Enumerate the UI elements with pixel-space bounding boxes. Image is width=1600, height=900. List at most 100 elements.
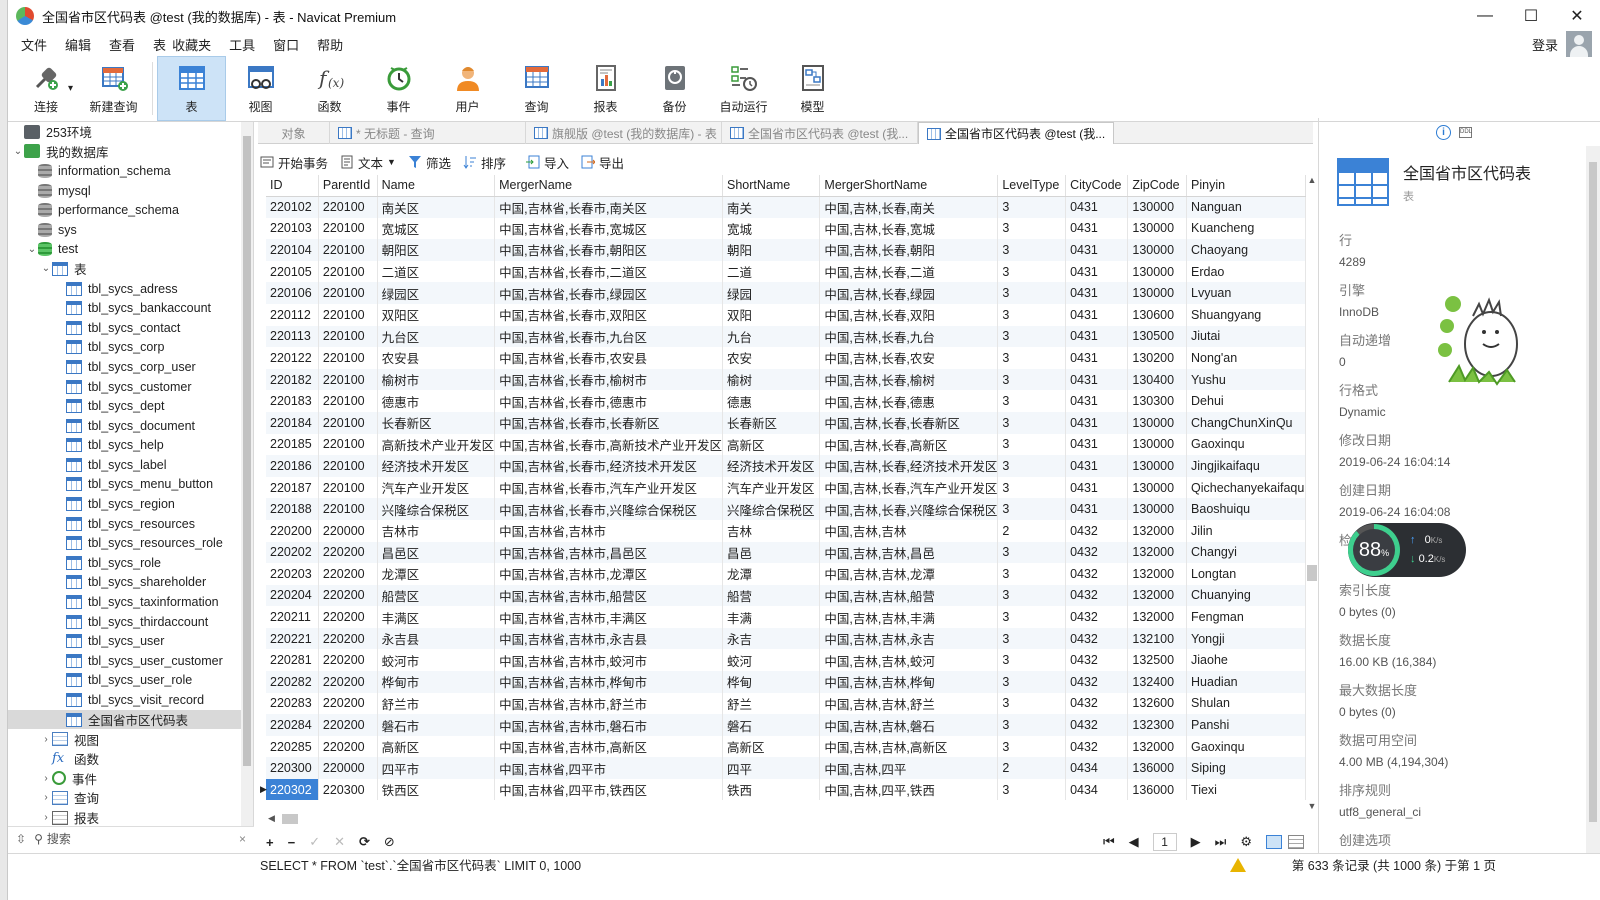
cell-mergershortname[interactable]: 中国,吉林,吉林,磐石: [819, 714, 999, 736]
cell-zipcode[interactable]: 130000: [1127, 196, 1188, 218]
cell-pinyin[interactable]: Huadian: [1186, 671, 1306, 693]
cell-mergername[interactable]: 中国,吉林省,长春市,朝阳区: [494, 239, 723, 261]
cell-mergername[interactable]: 中国,吉林省,长春市,高新技术产业开发区: [494, 433, 723, 456]
cell-name[interactable]: 德惠市: [377, 390, 496, 412]
cell-leveltype[interactable]: 3: [997, 692, 1067, 715]
cell-mergershortname[interactable]: 中国,吉林,长春,九台: [819, 325, 999, 348]
cell-name[interactable]: 高新技术产业开发区: [377, 433, 496, 456]
discard-changes-button[interactable]: ✕: [334, 834, 345, 850]
toolbar-view-button[interactable]: 视图: [226, 56, 295, 121]
cell-id[interactable]: 220285: [266, 735, 319, 758]
cell-pinyin[interactable]: Siping: [1186, 757, 1306, 780]
cell-shortname[interactable]: 舒兰: [722, 692, 821, 715]
chevron-right-icon[interactable]: ›: [40, 792, 52, 803]
cell-zipcode[interactable]: 130000: [1127, 239, 1188, 261]
cell-parentid[interactable]: 220000: [318, 757, 378, 780]
cell-name[interactable]: 船营区: [377, 584, 496, 607]
tab-3[interactable]: 全国省市区代码表 @test (我...: [722, 122, 918, 144]
tab-0[interactable]: 对象: [258, 122, 330, 144]
cell-mergername[interactable]: 中国,吉林省,长春市,绿园区: [494, 282, 723, 304]
export-button[interactable]: 导出: [581, 153, 624, 172]
menu-file[interactable]: 文件: [12, 35, 56, 54]
cell-mergershortname[interactable]: 中国,吉林,长春,宽城: [819, 217, 999, 240]
cell-zipcode[interactable]: 130000: [1127, 498, 1188, 520]
toolbar-new-query-button[interactable]: 新建查询: [79, 56, 148, 121]
tree-item[interactable]: mysql: [8, 181, 253, 201]
column-header-mergershortname[interactable]: MergerShortName: [819, 175, 999, 197]
previous-page-button[interactable]: ◀: [1129, 834, 1139, 850]
grid-horizontal-scroll-thumb[interactable]: [282, 814, 298, 824]
cell-mergername[interactable]: 中国,吉林省,吉林市,龙潭区: [494, 563, 723, 585]
cell-parentid[interactable]: 220100: [318, 411, 378, 434]
cell-shortname[interactable]: 永吉: [722, 627, 821, 650]
info-icon[interactable]: i: [1436, 124, 1451, 140]
cell-citycode[interactable]: 0431: [1065, 282, 1129, 304]
cell-name[interactable]: 二道区: [377, 260, 496, 283]
table-row[interactable]: 220187 220100 汽车产业开发区 中国,吉林省,长春市,汽车产业开发区 汽车产…: [266, 476, 1306, 499]
cell-pinyin[interactable]: Lvyuan: [1186, 282, 1306, 304]
tree-item[interactable]: tbl_sycs_corp: [8, 338, 253, 358]
cell-mergername[interactable]: 中国,吉林省,长春市,汽车产业开发区: [494, 476, 723, 499]
cell-mergername[interactable]: 中国,吉林省,四平市: [494, 757, 723, 780]
cell-citycode[interactable]: 0432: [1065, 606, 1129, 628]
cell-name[interactable]: 榆树市: [377, 368, 496, 391]
menu-help[interactable]: 帮助: [308, 35, 352, 54]
cell-pinyin[interactable]: Chaoyang: [1186, 239, 1306, 261]
table-row[interactable]: 220283 220200 舒兰市 中国,吉林省,吉林市,舒兰市 舒兰 中国,吉林,吉林,…: [266, 692, 1306, 715]
chevron-right-icon[interactable]: ›: [40, 773, 52, 784]
cell-leveltype[interactable]: 3: [997, 476, 1067, 499]
tree-item[interactable]: performance_schema: [8, 200, 253, 220]
cell-parentid[interactable]: 220100: [318, 476, 378, 499]
filter-button[interactable]: 筛选: [408, 153, 451, 172]
cell-shortname[interactable]: 船营: [722, 584, 821, 607]
cell-pinyin[interactable]: Jilin: [1186, 519, 1306, 542]
cell-mergername[interactable]: 中国,吉林省,长春市,德惠市: [494, 390, 723, 412]
cell-pinyin[interactable]: Nanguan: [1186, 196, 1306, 218]
grid-horizontal-scrollbar[interactable]: ◀: [266, 812, 1306, 826]
login-link[interactable]: 登录: [1532, 35, 1558, 54]
tree-item[interactable]: ⌄ 表: [8, 259, 253, 279]
cell-mergername[interactable]: 中国,吉林省,长春市,南关区: [494, 196, 723, 218]
cell-mergername[interactable]: 中国,吉林省,吉林市,桦甸市: [494, 671, 723, 693]
cell-id[interactable]: 220106: [266, 282, 319, 304]
cell-leveltype[interactable]: 3: [997, 714, 1067, 736]
table-row[interactable]: 220200 220000 吉林市 中国,吉林省,吉林市 吉林 中国,吉林,吉林 2 0432…: [266, 519, 1306, 542]
cell-mergername[interactable]: 中国,吉林省,吉林市,磐石市: [494, 714, 723, 736]
cell-id[interactable]: 220202: [266, 541, 319, 564]
cell-leveltype[interactable]: 3: [997, 455, 1067, 477]
cell-citycode[interactable]: 0431: [1065, 390, 1129, 412]
cell-mergershortname[interactable]: 中国,吉林,长春,经济技术开发区: [819, 455, 999, 477]
cell-zipcode[interactable]: 130000: [1127, 476, 1188, 499]
table-row[interactable]: 220113 220100 九台区 中国,吉林省,长春市,九台区 九台 中国,吉林,长春,…: [266, 325, 1306, 348]
cell-mergername[interactable]: 中国,吉林省,吉林市,蛟河市: [494, 649, 723, 672]
cell-shortname[interactable]: 铁西: [722, 779, 821, 800]
table-row[interactable]: 220182 220100 榆树市 中国,吉林省,长春市,榆树市 榆树 中国,吉林,长春,…: [266, 368, 1306, 391]
tree-item[interactable]: › 报表: [8, 808, 253, 826]
cell-zipcode[interactable]: 130000: [1127, 282, 1188, 304]
cell-mergershortname[interactable]: 中国,吉林,吉林,蛟河: [819, 649, 999, 672]
cell-zipcode[interactable]: 132000: [1127, 563, 1188, 585]
cell-zipcode[interactable]: 130000: [1127, 455, 1188, 477]
cell-zipcode[interactable]: 130000: [1127, 411, 1188, 434]
menu-tools[interactable]: 工具: [220, 35, 264, 54]
cell-pinyin[interactable]: Yushu: [1186, 368, 1306, 391]
cell-name[interactable]: 南关区: [377, 196, 496, 218]
table-row[interactable]: 220102 220100 南关区 中国,吉林省,长春市,南关区 南关 中国,吉林,长春,…: [266, 196, 1306, 218]
cell-citycode[interactable]: 0431: [1065, 325, 1129, 348]
menu-view[interactable]: 查看: [100, 35, 144, 54]
cell-mergername[interactable]: 中国,吉林省,长春市,长春新区: [494, 411, 723, 434]
cell-parentid[interactable]: 220200: [318, 606, 378, 628]
cell-citycode[interactable]: 0431: [1065, 455, 1129, 477]
cell-pinyin[interactable]: Changyi: [1186, 541, 1306, 564]
cell-leveltype[interactable]: 2: [997, 519, 1067, 542]
tree-item[interactable]: tbl_sycs_shareholder: [8, 573, 253, 593]
cell-mergershortname[interactable]: 中国,吉林,长春,朝阳: [819, 239, 999, 261]
cell-citycode[interactable]: 0432: [1065, 584, 1129, 607]
cell-mergershortname[interactable]: 中国,吉林,长春,兴隆综合保税区: [819, 498, 999, 520]
tree-item[interactable]: tbl_sycs_dept: [8, 396, 253, 416]
cell-zipcode[interactable]: 130200: [1127, 347, 1188, 369]
cell-shortname[interactable]: 长春新区: [722, 411, 821, 434]
cell-name[interactable]: 丰满区: [377, 606, 496, 628]
cell-mergershortname[interactable]: 中国,吉林,长春,高新区: [819, 433, 999, 456]
cell-zipcode[interactable]: 132000: [1127, 541, 1188, 564]
